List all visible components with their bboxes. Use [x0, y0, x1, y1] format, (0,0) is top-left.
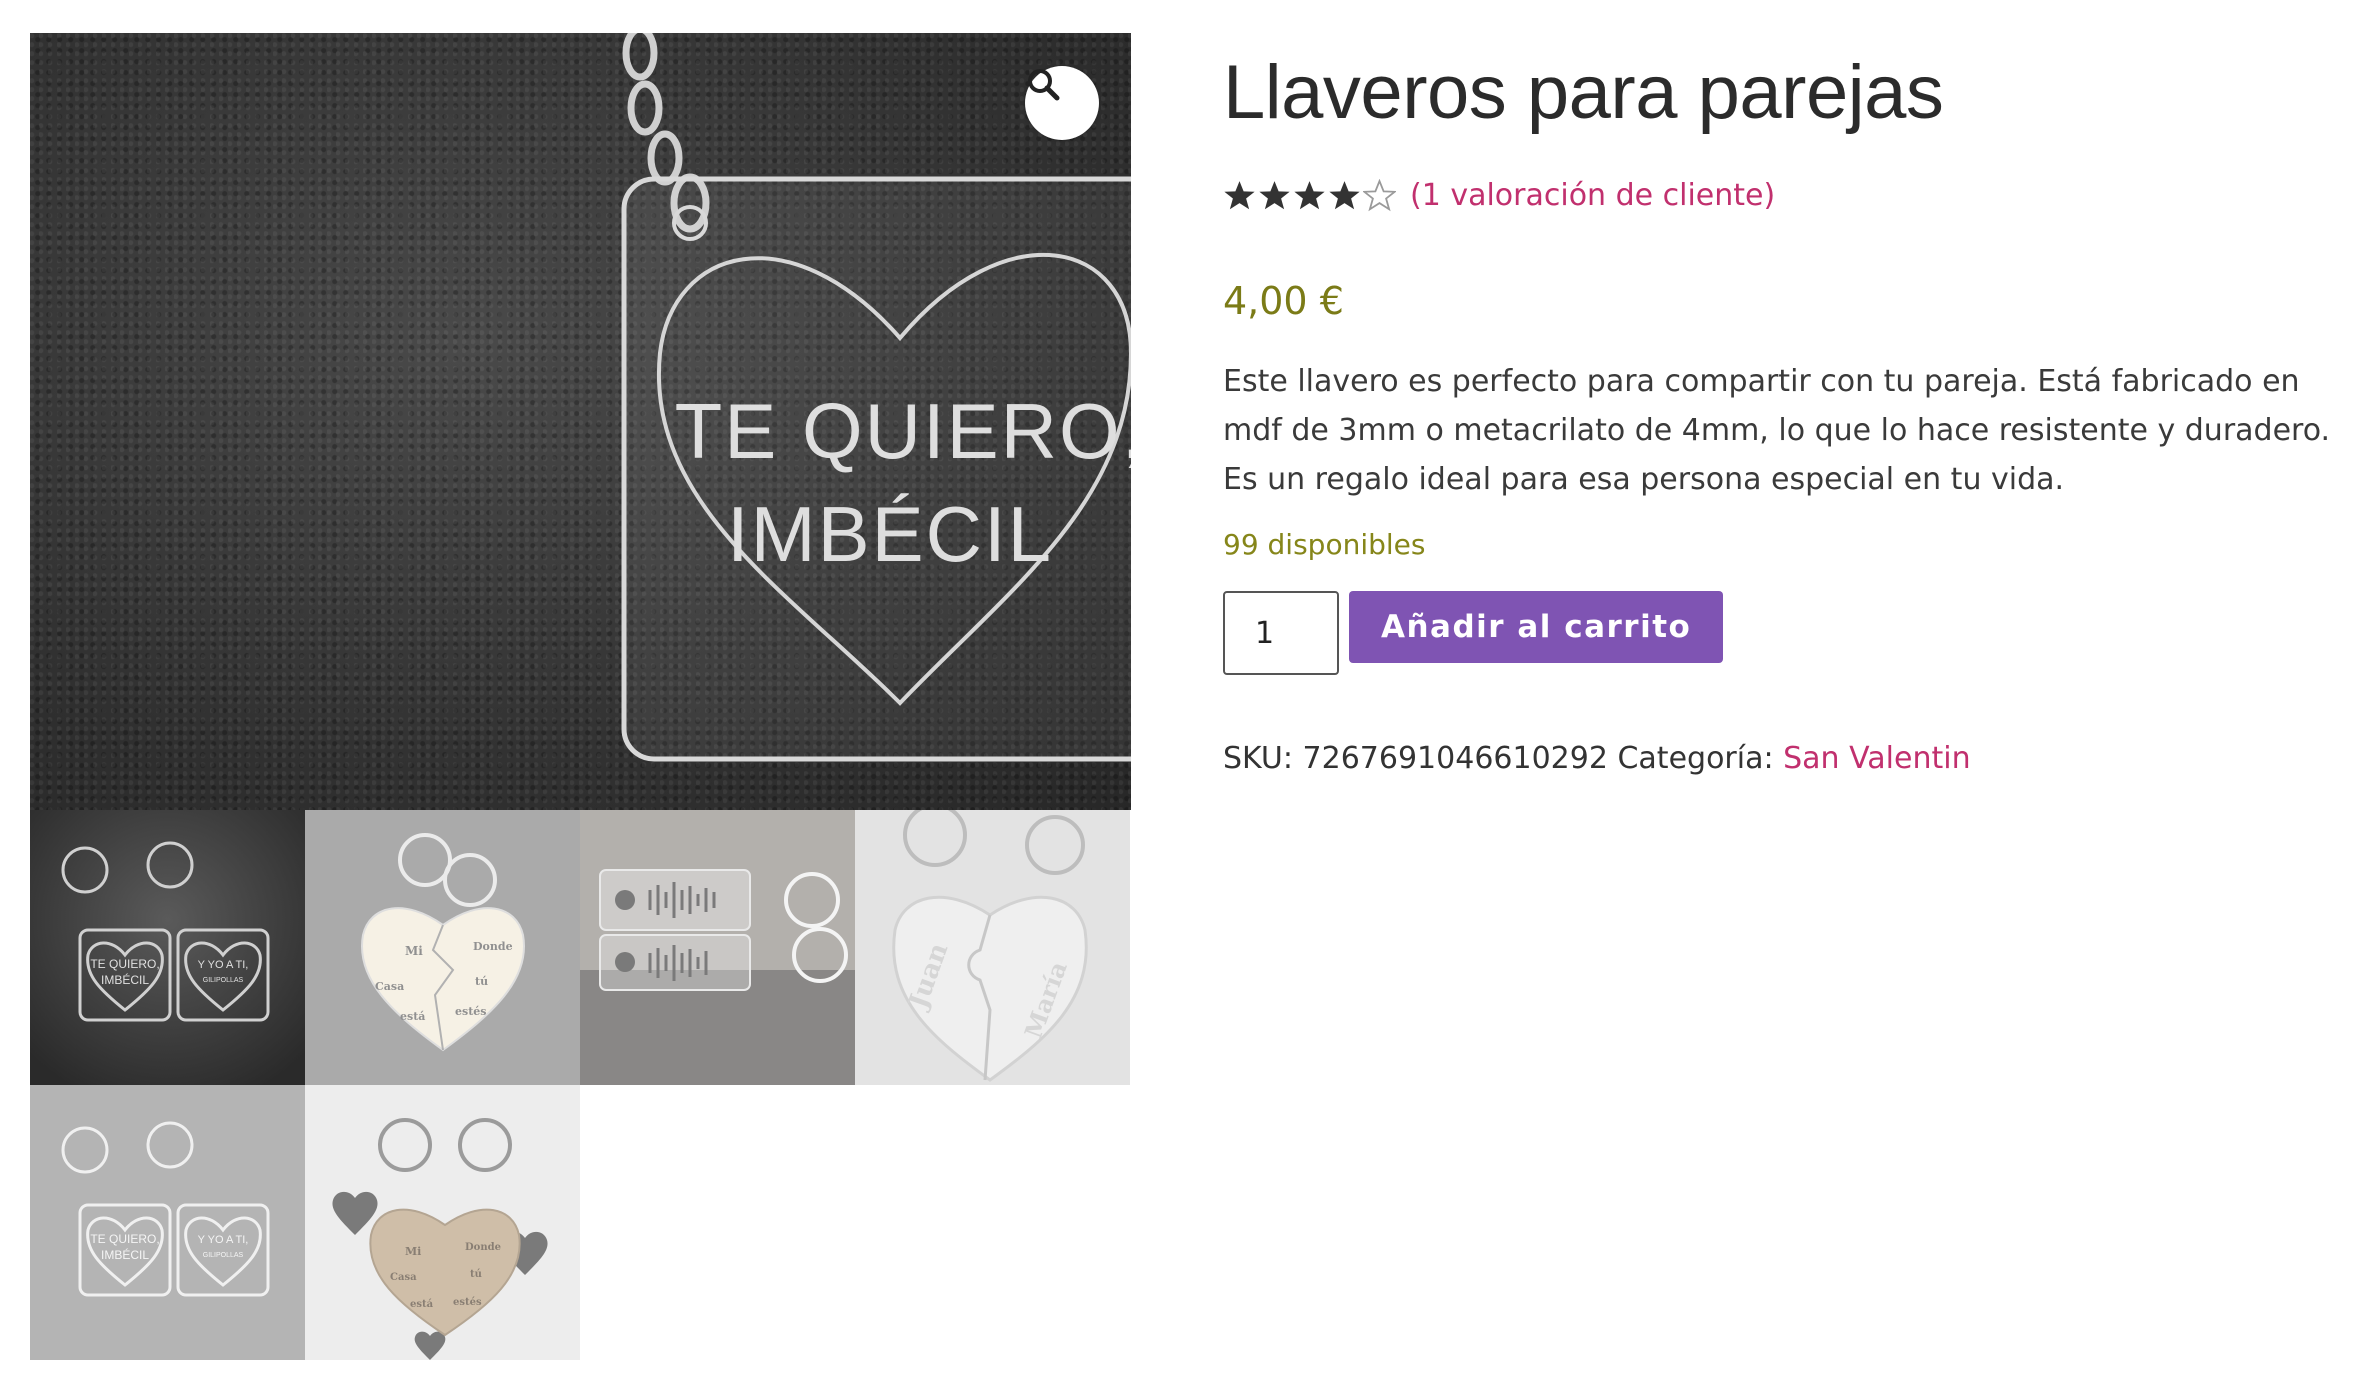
quantity-input[interactable]: [1223, 591, 1339, 675]
svg-text:estés: estés: [453, 1297, 482, 1308]
thumbnail-4[interactable]: Juan María: [855, 810, 1130, 1085]
thumbnail-2[interactable]: Mi Casa está Donde tú estés: [305, 810, 580, 1085]
stock-status: 99 disponibles: [1223, 528, 1426, 561]
product-rating: (1 valoración de cliente): [1223, 175, 2333, 215]
keychain-photo: TE QUIERO, IMBÉCIL: [621, 33, 1131, 762]
svg-text:GILIPOLLAS: GILIPOLLAS: [203, 977, 244, 984]
thumbnail-1[interactable]: TE QUIERO, IMBÉCIL Y YO A TI, GILIPOLLAS: [30, 810, 305, 1085]
svg-text:estés: estés: [455, 1005, 486, 1018]
product-price: 4,00 €: [1223, 279, 1344, 323]
svg-text:Donde: Donde: [473, 940, 513, 953]
svg-text:TE QUIERO,: TE QUIERO,: [90, 1232, 159, 1246]
svg-text:Y YO A TI,: Y YO A TI,: [198, 1234, 249, 1246]
thumbnail-3[interactable]: [580, 810, 855, 1085]
product-meta: SKU: 7267691046610292 Categoría: San Val…: [1223, 741, 2333, 776]
svg-text:está: está: [400, 1010, 425, 1023]
svg-text:tú: tú: [470, 1269, 482, 1280]
tag-line-1: TE QUIERO,: [675, 387, 1131, 475]
svg-text:Casa: Casa: [390, 1272, 417, 1283]
star-filled-icon: [1329, 180, 1360, 209]
add-to-cart-form: Añadir al carrito: [1223, 591, 2333, 675]
svg-text:GILIPOLLAS: GILIPOLLAS: [203, 1252, 244, 1259]
product-description: Este llavero es perfecto para compartir …: [1223, 364, 2331, 497]
product-summary: Llaveros para parejas (1 valoración de c…: [1223, 33, 2333, 776]
svg-text:IMBÉCIL: IMBÉCIL: [101, 1247, 149, 1262]
svg-text:tú: tú: [475, 975, 488, 988]
svg-text:Casa: Casa: [375, 980, 404, 993]
thumbnail-grid: TE QUIERO, IMBÉCIL Y YO A TI, GILIPOLLAS…: [30, 810, 1131, 1360]
star-filled-icon: [1259, 180, 1290, 209]
star-rating: [1223, 178, 1396, 212]
svg-text:está: está: [410, 1299, 434, 1310]
thumbnail-5[interactable]: TE QUIERO, IMBÉCIL Y YO A TI, GILIPOLLAS: [30, 1085, 305, 1360]
review-link[interactable]: (1 valoración de cliente): [1410, 178, 1775, 213]
category-label: Categoría:: [1617, 741, 1774, 776]
svg-text:Mi: Mi: [405, 944, 423, 958]
svg-text:Juan: Juan: [903, 939, 955, 1014]
thumbnail-6[interactable]: Mi Casa está Donde tú estés: [305, 1085, 580, 1360]
category-link[interactable]: San Valentin: [1783, 741, 1970, 776]
svg-text:María: María: [1018, 957, 1072, 1042]
sku-label: SKU:: [1223, 741, 1293, 776]
main-product-image[interactable]: TE QUIERO, IMBÉCIL: [30, 33, 1131, 810]
star-empty-icon: [1363, 178, 1396, 211]
svg-text:TE QUIERO,: TE QUIERO,: [90, 957, 159, 971]
svg-text:Donde: Donde: [465, 1242, 501, 1253]
star-filled-icon: [1294, 180, 1325, 209]
product-gallery: TE QUIERO, IMBÉCIL TE QUIERO, IMBÉCIL Y …: [30, 33, 1131, 1360]
add-to-cart-button[interactable]: Añadir al carrito: [1349, 591, 1724, 663]
product-title: Llaveros para parejas: [1223, 50, 1944, 135]
svg-text:Mi: Mi: [405, 1245, 421, 1258]
svg-text:IMBÉCIL: IMBÉCIL: [101, 972, 149, 987]
tag-line-2: IMBÉCIL: [727, 490, 1053, 578]
svg-text:Y YO A TI,: Y YO A TI,: [198, 959, 249, 971]
magnifier-icon: [1028, 69, 1060, 101]
sku-value: 7267691046610292: [1302, 741, 1608, 776]
star-filled-icon: [1224, 180, 1255, 209]
zoom-button[interactable]: [1025, 66, 1099, 140]
